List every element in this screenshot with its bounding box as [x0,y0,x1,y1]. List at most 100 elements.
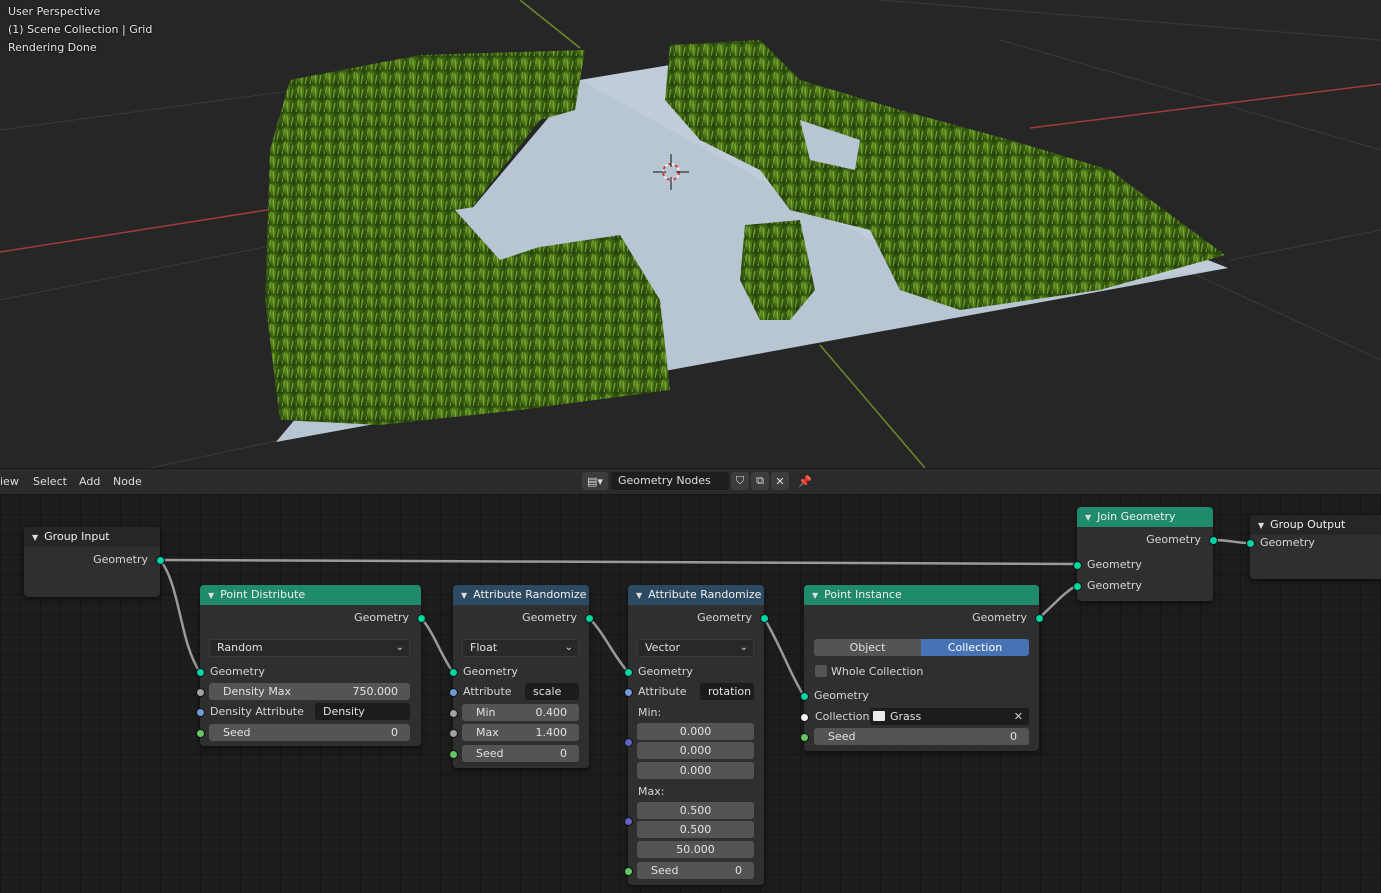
fake-user-shield-icon[interactable]: ⛉ [731,472,749,490]
geometry-input-socket[interactable] [1073,582,1082,591]
node-attribute-randomize-float[interactable]: ▼ Attribute Randomize Geometry Float ⌄ Geo… [449,585,594,768]
node-title: Attribute Randomize [473,588,587,601]
geometry-input-socket[interactable] [1073,561,1082,570]
seed-field[interactable]: Seed 0 [462,745,579,762]
menu-node[interactable]: Node [113,475,142,488]
seed-field[interactable]: Seed 0 [814,728,1029,745]
geometry-input-socket[interactable] [449,668,458,677]
node-tree-browse-icon[interactable]: ▤▾ [582,472,608,490]
viewport-collection-label: (1) Scene Collection | Grid [8,23,153,36]
chevron-down-icon: ⌄ [395,642,404,653]
node-title: Group Output [1270,518,1346,531]
socket-label-output: Geometry [1146,533,1201,546]
string-input-socket[interactable] [624,688,633,697]
3d-viewport[interactable]: User Perspective (1) Scene Collection | … [0,0,1381,468]
geometry-output-socket[interactable] [417,614,426,623]
max-z-field[interactable]: 50.000 [637,841,754,858]
menu-select[interactable]: Select [33,475,67,488]
vector-input-socket[interactable] [624,817,633,826]
collection-input-socket[interactable] [800,713,809,722]
node-title: Attribute Randomize [648,588,762,601]
socket-label-output: Geometry [93,553,148,566]
density-attribute-label: Density Attribute [210,705,304,718]
viewport-scene [0,0,1381,468]
socket-label-input: Geometry [463,665,518,678]
geometry-output-socket[interactable] [1209,536,1218,545]
string-input-socket[interactable] [196,708,205,717]
max-label: Max: [638,785,665,798]
geometry-output-socket[interactable] [760,614,769,623]
min-y-field[interactable]: 0.000 [637,742,754,759]
y-axis-line [519,0,581,49]
int-input-socket[interactable] [624,867,633,876]
float-input-socket[interactable] [196,688,205,697]
density-max-field[interactable]: Density Max 750.000 [209,683,410,700]
geometry-input-socket[interactable] [624,668,633,677]
geometry-output-socket[interactable] [1035,614,1044,623]
node-title: Point Instance [824,588,902,601]
min-field[interactable]: Min 0.400 [462,704,579,721]
duplicate-icon[interactable]: ⧉ [751,472,769,490]
viewport-render-status: Rendering Done [8,41,97,54]
max-field[interactable]: Max 1.400 [462,724,579,741]
socket-label-output: Geometry [354,611,409,624]
socket-label-input: Geometry [638,665,693,678]
data-type-dropdown[interactable]: Float ⌄ [462,639,579,657]
node-attribute-randomize-vector[interactable]: ▼ Attribute Randomize Geometry Vector ⌄ Ge… [624,585,769,885]
whole-collection-checkbox[interactable] [815,665,827,677]
geometry-output-socket[interactable] [585,614,594,623]
node-tree-name-field[interactable]: Geometry Nodes [611,472,729,490]
max-x-field[interactable]: 0.500 [637,802,754,819]
toggle-object-button[interactable]: Object [814,639,921,656]
min-z-field[interactable]: 0.000 [637,762,754,779]
density-attribute-field[interactable]: Density [315,703,410,720]
node-point-instance[interactable]: ▼ Point Instance Geometry Object Collecti… [800,585,1044,751]
float-input-socket[interactable] [449,709,458,718]
socket-label-output: Geometry [972,611,1027,624]
close-icon[interactable]: ✕ [771,472,789,490]
node-group-input[interactable]: ▼ Group Input Geometry [24,527,165,597]
node-join-geometry[interactable]: ▼ Join Geometry Geometry Geometry Geometr… [1073,507,1218,601]
viewport-perspective-label: User Perspective [8,5,101,18]
seed-field[interactable]: Seed 0 [637,862,754,879]
geometry-input-socket[interactable] [800,692,809,701]
socket-label-input: Geometry [1087,579,1142,592]
distribute-mode-dropdown[interactable]: Random ⌄ [209,639,410,657]
toggle-collection-button[interactable]: Collection [921,639,1029,656]
menu-add[interactable]: Add [79,475,100,488]
seed-field[interactable]: Seed 0 [209,724,410,741]
collection-field[interactable]: Grass ✕ [870,708,1029,725]
int-input-socket[interactable] [449,750,458,759]
float-input-socket[interactable] [449,729,458,738]
node-group-output[interactable]: ▼ Group Output Geometry [1246,515,1381,579]
socket-label-input: Geometry [1260,536,1315,549]
attribute-name-field[interactable]: scale [525,683,579,700]
node-title: Group Input [44,530,110,543]
attribute-name-field[interactable]: rotation [700,683,754,700]
int-input-socket[interactable] [196,729,205,738]
data-type-dropdown[interactable]: Vector ⌄ [637,639,754,657]
whole-collection-label: Whole Collection [831,665,924,678]
chevron-down-icon: ⌄ [564,642,573,653]
min-x-field[interactable]: 0.000 [637,723,754,740]
node-title: Join Geometry [1097,510,1176,523]
clear-x-icon[interactable]: ✕ [1014,708,1023,725]
menu-view[interactable]: iew [0,475,19,488]
node-editor-canvas[interactable]: ▼ Group Input Geometry ▼ Point Distribute … [0,494,1381,893]
int-input-socket[interactable] [800,733,809,742]
socket-label-input: Geometry [210,665,265,678]
string-input-socket[interactable] [449,688,458,697]
geometry-output-socket[interactable] [156,556,165,565]
attribute-label: Attribute [463,685,512,698]
link-distribute-randomize1 [420,617,455,673]
geometry-input-socket[interactable] [196,668,205,677]
x-axis-line-right [1029,83,1381,129]
pin-icon[interactable]: 📌 [796,472,814,490]
attribute-label: Attribute [638,685,687,698]
node-point-distribute[interactable]: ▼ Point Distribute Geometry Random ⌄ Geome… [196,585,426,746]
vector-input-socket[interactable] [624,738,633,747]
geometry-input-socket[interactable] [1246,539,1255,548]
socket-label-output: Geometry [697,611,752,624]
max-y-field[interactable]: 0.500 [637,821,754,838]
min-label: Min: [638,706,662,719]
